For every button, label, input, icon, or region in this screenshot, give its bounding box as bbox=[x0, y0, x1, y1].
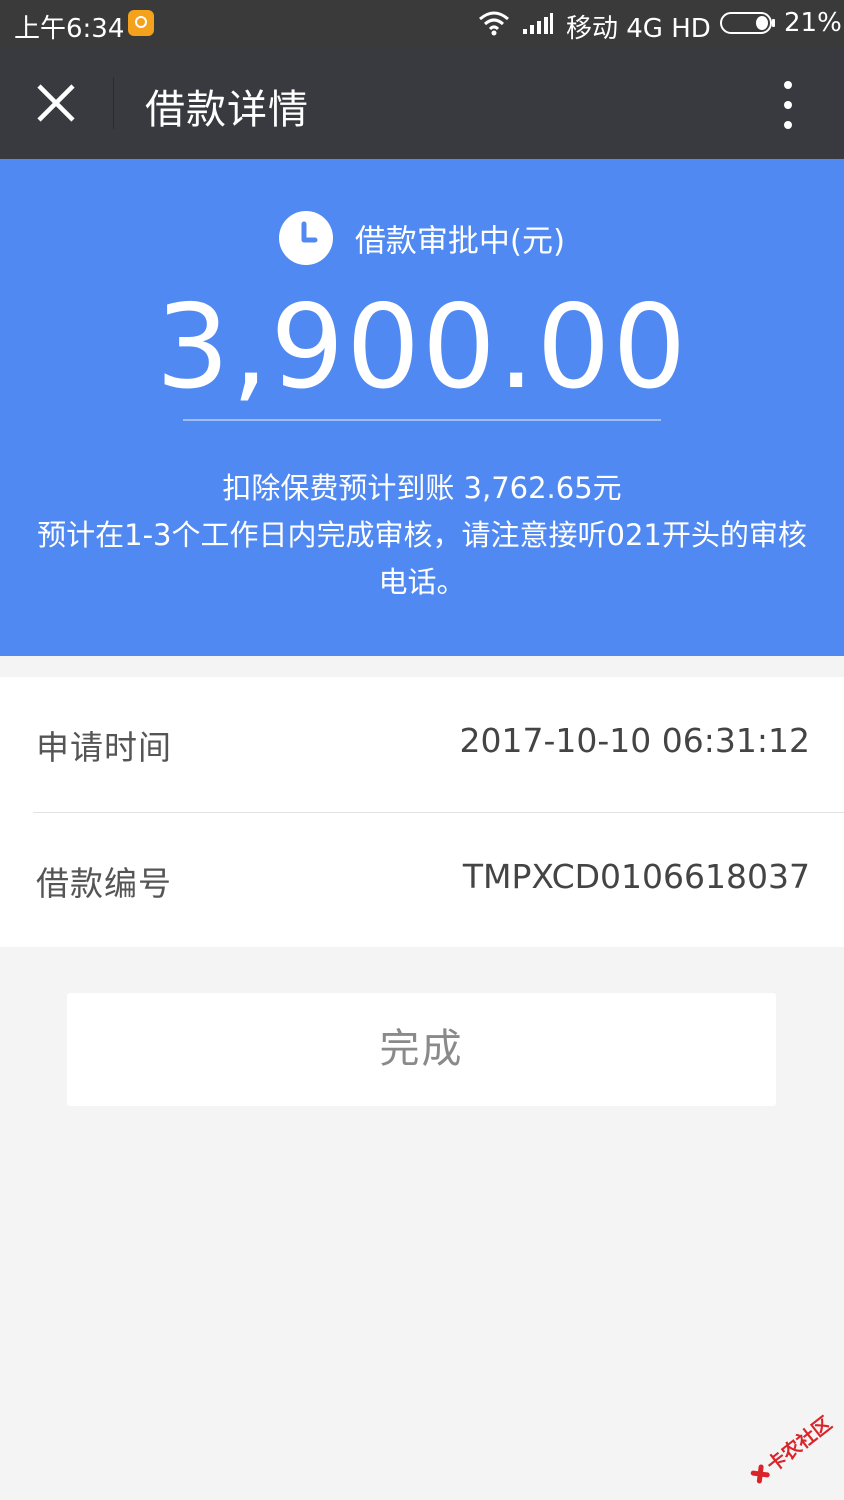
community-watermark-logo: 卡农社区 bbox=[750, 1412, 836, 1484]
close-icon[interactable] bbox=[22, 69, 92, 139]
clock-icon bbox=[278, 211, 333, 265]
title-bar: 借款详情 bbox=[0, 47, 844, 159]
loan-amount: 3,900.00 bbox=[155, 280, 689, 415]
detail-row-apply-time: 申请时间 2017-10-10 06:31:12 bbox=[0, 677, 844, 811]
done-button[interactable]: 完成 bbox=[67, 993, 776, 1106]
nav-divider bbox=[113, 77, 114, 129]
loan-status: 借款审批中(元) bbox=[0, 211, 844, 265]
loan-info: 扣除保费预计到账 3,762.65元 预计在1-3个工作日内完成审核，请注意接听… bbox=[30, 465, 814, 606]
more-dot bbox=[784, 101, 792, 109]
svg-text:卡农社区: 卡农社区 bbox=[762, 1412, 836, 1477]
carrier-label: 移动 4G HD bbox=[566, 14, 711, 44]
signal-icon bbox=[523, 13, 553, 34]
loan-details-list: 申请时间 2017-10-10 06:31:12 借款编号 TMPXCD0106… bbox=[0, 677, 844, 947]
status-bar: 上午6:34 移动 4G HD 21% bbox=[0, 0, 844, 47]
detail-row-loan-number: 借款编号 TMPXCD0106618037 bbox=[0, 813, 844, 947]
loan-number-value: TMPXCD0106618037 bbox=[462, 857, 810, 896]
apply-time-value: 2017-10-10 06:31:12 bbox=[459, 721, 810, 760]
battery-percent: 21% bbox=[784, 8, 842, 38]
amount-underline bbox=[183, 419, 661, 421]
loan-number-label: 借款编号 bbox=[36, 864, 172, 903]
more-dot bbox=[784, 81, 792, 89]
loan-status-label: 借款审批中(元) bbox=[354, 223, 566, 260]
notification-app-icon bbox=[128, 10, 154, 36]
more-dot bbox=[784, 121, 792, 129]
apply-time-label: 申请时间 bbox=[36, 728, 172, 767]
review-notice-text: 预计在1-3个工作日内完成审核，请注意接听021开头的审核电话。 bbox=[37, 518, 807, 599]
expected-arrival-text: 扣除保费预计到账 3,762.65元 bbox=[222, 471, 622, 505]
wifi-icon bbox=[479, 11, 509, 36]
battery-icon bbox=[720, 12, 775, 34]
page-title: 借款详情 bbox=[145, 87, 309, 133]
status-time: 上午6:34 bbox=[14, 14, 125, 44]
more-menu-button[interactable] bbox=[768, 75, 808, 135]
loan-status-header: 借款审批中(元) 3,900.00 扣除保费预计到账 3,762.65元 预计在… bbox=[0, 159, 844, 656]
